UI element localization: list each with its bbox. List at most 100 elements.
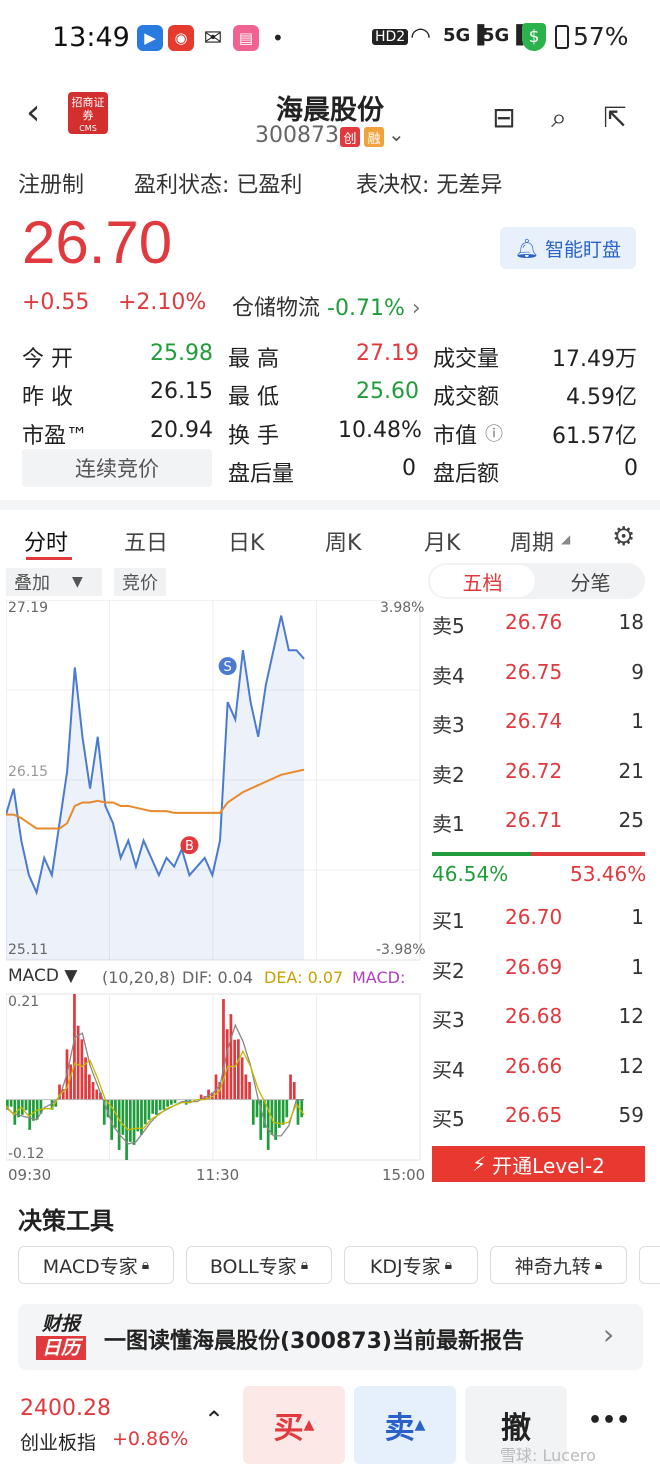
after-amount-label: 盘后额 — [433, 462, 500, 487]
tab-daily-k[interactable]: 日K — [228, 525, 264, 557]
divider — [0, 500, 660, 510]
bid-level-price: 26.69 — [505, 954, 563, 979]
turnover-label: 换 手 — [228, 424, 279, 449]
tab-monthly-k[interactable]: 月K — [424, 525, 460, 557]
sector-link[interactable]: 仓储物流 -0.71% › — [232, 290, 421, 322]
macd-bar — [255, 1099, 259, 1118]
smart-watch-button[interactable]: 🔔︎ 智能盯盘 — [500, 227, 636, 269]
settings-gear-icon[interactable]: ⚙ — [612, 522, 635, 552]
macd-bar — [251, 1099, 255, 1125]
macd-bar — [169, 1099, 173, 1105]
tab-ticks[interactable]: 分笔 — [538, 565, 643, 597]
app-notification-icon: ▶ — [137, 25, 163, 51]
auction-button[interactable]: 竞价 — [114, 568, 166, 596]
index-pct: +0.86% — [112, 1428, 189, 1450]
y-mid-label: 26.15 — [8, 764, 49, 780]
macd-bar — [225, 1029, 229, 1100]
macd-selector[interactable]: MACD ▼ — [8, 966, 77, 986]
earnings-calendar-badge: 财报 日历 — [36, 1312, 86, 1362]
buy-button[interactable]: 买 ▲ — [243, 1386, 345, 1464]
amount-label: 成交额 — [433, 385, 500, 410]
remove-watchlist-icon[interactable]: ⊟ — [486, 100, 522, 136]
macd-bar — [274, 1099, 277, 1140]
bid-level-label: 买2 — [432, 958, 465, 983]
bottom-bar: 2400.28 创业板指 +0.86% ⌃ 买 ▲ 卖 ▲ 撤 ••• 雪球: Lu… — [0, 1386, 660, 1474]
macd-bar — [95, 1089, 99, 1100]
macd-bar — [117, 1099, 121, 1150]
chevron-down-icon[interactable]: ⌄ — [388, 122, 405, 146]
profit-status: 盈利状态: 已盈利 — [134, 173, 303, 198]
tool-kdj[interactable]: KDJ专家 🔒︎ — [344, 1246, 478, 1284]
tool-more[interactable] — [639, 1246, 660, 1284]
macd-bar — [158, 1099, 162, 1111]
continuous-auction-button[interactable]: 连续竞价 — [22, 449, 212, 487]
intraday-chart[interactable]: BS 27.19 3.98% 25.11 -3.98% 26.15 MACD ▼… — [5, 599, 426, 1184]
y-max-label: 27.19 — [8, 600, 49, 616]
ask-level-volume: 18 — [618, 610, 644, 634]
macd-bar — [296, 1099, 300, 1125]
tab-five-level[interactable]: 五档 — [430, 565, 535, 597]
stock-code: 300873 — [255, 123, 339, 148]
index-value: 2400.28 — [20, 1396, 111, 1421]
app-icon: ▤ — [233, 25, 259, 51]
prev-close-value: 26.15 — [150, 379, 213, 404]
tab-weekly-k[interactable]: 周K — [325, 525, 361, 557]
weibo-icon: ◉ — [168, 25, 194, 51]
wifi-icon: ◠ — [410, 22, 431, 50]
dif-line — [5, 1023, 305, 1145]
macd-bar — [143, 1099, 147, 1125]
chevron-up-icon[interactable]: ⌃ — [204, 1406, 224, 1434]
pct-max-label: 3.98% — [380, 600, 425, 616]
macd-bar — [32, 1099, 35, 1121]
macd-bar — [214, 1074, 218, 1100]
tab-intraday[interactable]: 分时 — [24, 525, 68, 557]
macd-bar — [162, 1099, 166, 1110]
macd-bar — [281, 1099, 285, 1125]
level2-button[interactable]: ⚡ 开通Level-2 — [432, 1146, 645, 1182]
mcap-value: 61.57亿 — [552, 424, 637, 449]
tool-nine-turn[interactable]: 神奇九转 🔒︎ — [490, 1246, 627, 1284]
lock-icon: 🔒︎ — [300, 1257, 309, 1273]
bid-level-volume: 1 — [631, 905, 644, 929]
lightning-icon: ⚡ — [472, 1152, 487, 1176]
high-value: 27.19 — [356, 341, 419, 366]
tab-period[interactable]: 周期 — [510, 525, 554, 557]
macd-bar — [166, 1099, 169, 1107]
more-icon[interactable]: ••• — [588, 1408, 630, 1433]
chevron-right-icon: › — [603, 1318, 615, 1351]
ask-level-label: 卖1 — [432, 812, 465, 836]
macd-bar — [121, 1099, 125, 1135]
macd-bar — [147, 1099, 151, 1120]
watermark: 雪球: Lucero — [500, 1446, 596, 1465]
macd-bar — [285, 1099, 289, 1118]
clock: 13:49 — [52, 22, 130, 53]
period-dropdown-icon: ◢ — [561, 532, 571, 546]
ask-level-volume: 1 — [631, 709, 644, 733]
macd-bar — [69, 1064, 73, 1100]
tool-boll[interactable]: BOLL专家 🔒︎ — [186, 1246, 332, 1284]
macd-bar — [233, 1039, 237, 1100]
tool-macd[interactable]: MACD专家 🔒︎ — [18, 1246, 174, 1284]
macd-bar — [237, 1039, 240, 1100]
search-icon[interactable]: ⌕ — [541, 100, 577, 136]
bid-level-price: 26.68 — [505, 1004, 563, 1028]
bid-level-label: 买1 — [432, 909, 465, 933]
wechat-icon: ✉ — [203, 25, 223, 51]
macd-max-label: 0.21 — [8, 994, 40, 1010]
sector-pct: -0.71% — [327, 296, 405, 321]
overlay-dropdown[interactable]: 叠加 ▼ — [6, 568, 102, 596]
share-icon[interactable]: ⇱ — [597, 100, 633, 136]
sell-button[interactable]: 卖 ▲ — [354, 1386, 456, 1464]
bid-level-volume: 59 — [618, 1103, 644, 1127]
info-icon[interactable]: ⓘ — [485, 420, 503, 446]
index-name[interactable]: 创业板指 — [20, 1428, 96, 1455]
chinext-tag: 创 — [340, 127, 360, 147]
signal-icon-1: 5G▐ — [443, 25, 485, 46]
earnings-report-banner[interactable]: 财报 日历 一图读懂海晨股份(300873)当前最新报告 › — [18, 1304, 643, 1370]
ask-level-label: 卖3 — [432, 713, 465, 737]
time-mid: 11:30 — [196, 1166, 240, 1184]
macd-bar — [140, 1099, 143, 1135]
macd-bar — [76, 1025, 80, 1100]
macd-min-label: -0.12 — [8, 1146, 45, 1162]
tab-five-day[interactable]: 五日 — [124, 525, 168, 557]
